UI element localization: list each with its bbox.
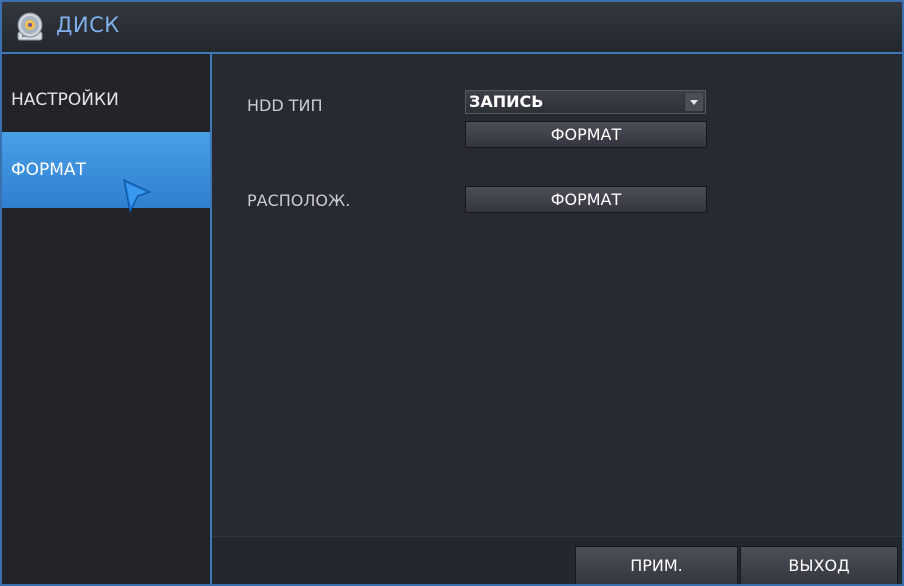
- hdd-type-select[interactable]: ЗАПИСЬ: [465, 90, 706, 114]
- title-bar: ДИСК: [2, 2, 902, 54]
- format-button-2[interactable]: ФОРМАТ: [465, 186, 707, 213]
- exit-button[interactable]: ВЫХОД: [740, 546, 898, 584]
- sidebar-item-label: НАСТРОЙКИ: [11, 90, 119, 110]
- sidebar-item-label: ФОРМАТ: [11, 160, 86, 180]
- chevron-down-icon[interactable]: [684, 93, 703, 111]
- disk-icon: [17, 12, 43, 41]
- format-button-1[interactable]: ФОРМАТ: [465, 121, 707, 148]
- hdd-type-value: ЗАПИСЬ: [469, 92, 544, 111]
- sidebar: НАСТРОЙКИ ФОРМАТ: [2, 54, 212, 584]
- sidebar-item-format[interactable]: ФОРМАТ: [2, 132, 210, 208]
- mouse-cursor-icon: [123, 179, 152, 214]
- hdd-type-label: HDD ТИП: [247, 96, 323, 115]
- window-title: ДИСК: [56, 13, 120, 37]
- location-label: РАСПОЛОЖ.: [247, 191, 351, 210]
- disk-settings-window: ДИСК НАСТРОЙКИ ФОРМАТ HDD ТИП ЗАПИСЬ ФОР…: [0, 0, 904, 586]
- sidebar-item-settings[interactable]: НАСТРОЙКИ: [2, 68, 210, 124]
- apply-button[interactable]: ПРИМ.: [575, 546, 738, 584]
- main-panel: HDD ТИП ЗАПИСЬ ФОРМАТ РАСПОЛОЖ. ФОРМАТ П…: [212, 54, 902, 584]
